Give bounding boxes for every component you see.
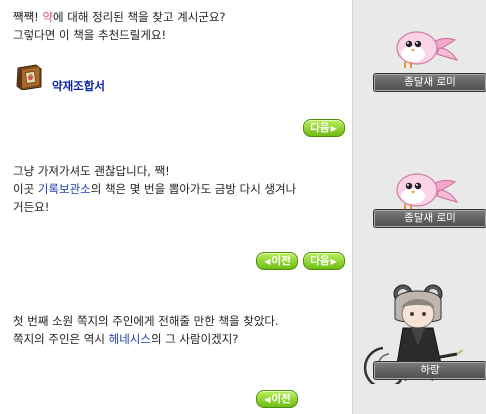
dialog-box: 첫 번째 소원 쪽지의 주인에게 전해줄 만한 책을 찾았다. 쪽지의 주인은 … [0,272,352,414]
next-button-label: 다음 [310,255,330,267]
next-arrow-icon: ▶ [330,124,337,133]
next-button[interactable]: 다음▶ [303,252,345,270]
next-arrow-icon: ▶ [330,257,337,266]
lark-bird-portrait [396,31,459,68]
dialog-panel-2: 그냥 가져가셔도 괜찮답니다, 짹! 이곳 기록보관소의 책은 몇 번을 뽑아가… [0,140,486,272]
npc-side-panel: 종달새 로미 [352,140,486,272]
dialog-text: 첫 번째 소원 쪽지의 주인에게 전해줄 만한 책을 찾았다. 쪽지의 주인은 … [13,312,279,348]
next-button[interactable]: 다음▶ [303,119,345,137]
dialog-panel-1: 쨱쨱! 약에 대해 정리된 책을 찾고 계시군요? 그렇다면 이 책을 추천드릴… [0,0,486,140]
prev-arrow-icon: ◀ [264,257,271,266]
dialog-text: 그냥 가져가셔도 괜찮답니다, 짹! 이곳 기록보관소의 책은 몇 번을 뽑아가… [13,162,296,216]
keyword-highlight: 기록보관소 [37,182,91,196]
keyword-highlight: 약 [42,10,54,24]
dialog-text-segment: 쨱쨱! [13,10,43,24]
prev-button-label: 이전 [271,255,291,267]
npc-name-plate: 종달새 로미 [373,209,486,228]
prev-button-label: 이전 [271,393,291,405]
dialog-text-segment: 에 대해 정리된 책을 찾고 계시군요? [53,10,226,24]
dialog-text-line: 첫 번째 소원 쪽지의 주인에게 전해줄 만한 책을 찾았다. [13,314,279,328]
dialog-text-segment: 의 그 사람이겠지? [150,332,239,346]
prev-button[interactable]: ◀이전 [256,252,298,270]
dialog-text-segment: 쪽지의 주인은 역시 [13,332,109,346]
dialog-text-line: 그냥 가져가셔도 괜찮답니다, 짹! [13,164,170,178]
npc-side-panel: 종달새 로미 [352,0,486,140]
dialog-text-segment: 이곳 [13,182,38,196]
dialog-text-segment: 의 책은 몇 번을 뽑아가도 금방 다시 생겨나 [90,182,297,196]
prev-button[interactable]: ◀이전 [256,390,298,408]
keyword-highlight: 헤네시스 [108,332,151,346]
npc-name-plate: 종달새 로미 [373,73,486,92]
dialog-panel-3: 첫 번째 소원 쪽지의 주인에게 전해줄 만한 책을 찾았다. 쪽지의 주인은 … [0,272,486,414]
dialog-box: 그냥 가져가셔도 괜찮답니다, 짹! 이곳 기록보관소의 책은 몇 번을 뽑아가… [0,140,352,272]
dialog-text: 쨱쨱! 약에 대해 정리된 책을 찾고 계시군요? 그렇다면 이 책을 추천드릴… [13,8,226,44]
npc-side-panel: 하랑 [352,272,486,414]
prev-arrow-icon: ◀ [264,395,271,404]
dialog-box: 쨱쨱! 약에 대해 정리된 책을 찾고 계시군요? 그렇다면 이 책을 추천드릴… [0,0,352,140]
npc-name-plate: 하랑 [373,361,486,380]
book-title-link[interactable]: 약재조합서 [52,78,105,94]
next-button-label: 다음 [310,122,330,134]
dialog-text-line: 그렇다면 이 책을 추천드릴게요! [13,28,167,42]
dialog-text-line: 거든요! [13,200,50,214]
book-icon[interactable] [14,64,44,90]
